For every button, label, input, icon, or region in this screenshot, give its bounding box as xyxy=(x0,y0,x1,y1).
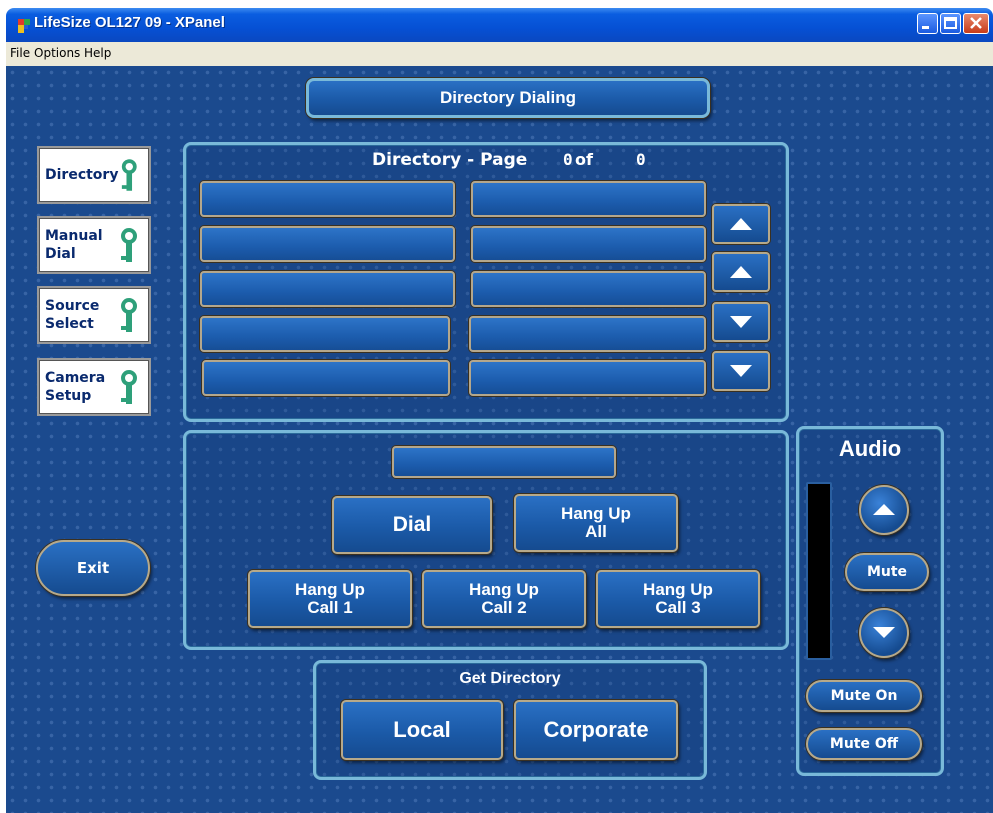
corporate-label: Corporate xyxy=(543,717,649,743)
page-total: 0 xyxy=(636,150,646,169)
directory-entry[interactable] xyxy=(200,271,455,307)
dial-label: Dial xyxy=(392,512,432,536)
menu-help[interactable]: Help xyxy=(84,46,111,60)
get-directory-title: Get Directory xyxy=(459,670,561,687)
page-up-button[interactable] xyxy=(712,204,770,244)
maximize-icon xyxy=(944,17,957,29)
volume-down-button[interactable] xyxy=(859,608,909,658)
hang-up-call-line2: Call 3 xyxy=(655,598,701,617)
sidebar-item-camera-setup[interactable]: Camera Setup xyxy=(37,358,151,416)
minimize-icon xyxy=(922,26,929,29)
mute-label: Mute xyxy=(866,564,908,580)
directory-label: Directory xyxy=(372,150,462,170)
sidebar-item-label: Source Select xyxy=(45,297,100,332)
local-directory-button[interactable]: Local xyxy=(341,700,503,760)
directory-entry[interactable] xyxy=(200,226,455,262)
sidebar-item-manual-dial[interactable]: Manual Dial xyxy=(37,216,151,274)
mute-off-label: Mute Off xyxy=(829,736,899,752)
hang-up-call-line1: Hang Up xyxy=(643,580,713,600)
menu-bar: File Options Help xyxy=(6,42,993,66)
audio-title: Audio xyxy=(838,436,902,461)
sidebar-item-label: Camera Setup xyxy=(45,369,106,404)
hang-up-call-line2: Call 2 xyxy=(481,598,527,617)
hang-up-all-line1: Hang Up xyxy=(561,504,631,524)
menu-options[interactable]: Options xyxy=(34,46,80,60)
dial-number-display[interactable] xyxy=(392,446,616,478)
mute-on-label: Mute On xyxy=(830,688,898,704)
hang-up-call-1-button[interactable]: Hang Up Call 1 xyxy=(248,570,412,628)
control-panel: Directory Dialing Directory Manual Dial … xyxy=(6,66,993,813)
key-icon xyxy=(121,298,137,332)
directory-entry[interactable] xyxy=(471,271,706,307)
key-icon xyxy=(121,370,137,404)
window-title: LifeSize OL127 09 - XPanel xyxy=(34,14,225,31)
scroll-down-button[interactable] xyxy=(712,302,770,342)
hang-up-call-2-button[interactable]: Hang Up Call 2 xyxy=(422,570,586,628)
volume-up-button[interactable] xyxy=(859,485,909,535)
app-icon xyxy=(18,19,30,33)
page-current: 0 xyxy=(563,150,573,169)
hang-up-call-line1: Hang Up xyxy=(295,580,365,600)
key-icon xyxy=(121,228,137,262)
mute-off-button[interactable]: Mute Off xyxy=(806,728,922,760)
close-button[interactable] xyxy=(963,13,989,34)
arrow-up-icon xyxy=(730,218,752,230)
arrow-down-icon xyxy=(730,316,752,328)
header-title: Directory Dialing xyxy=(306,78,710,118)
close-icon xyxy=(970,17,982,29)
sidebar-item-source-select[interactable]: Source Select xyxy=(37,286,151,344)
sidebar-item-label: Manual Dial xyxy=(45,227,103,262)
hang-up-all-button[interactable]: Hang Up All xyxy=(514,494,678,552)
directory-entry[interactable] xyxy=(200,316,450,352)
directory-entry[interactable] xyxy=(469,360,706,396)
arrow-down-icon xyxy=(873,627,895,638)
sidebar-item-directory[interactable]: Directory xyxy=(37,146,151,204)
mute-on-button[interactable]: Mute On xyxy=(806,680,922,712)
directory-entry[interactable] xyxy=(200,181,455,217)
arrow-up-icon xyxy=(873,504,895,515)
dial-button[interactable]: Dial xyxy=(332,496,492,554)
title-bar[interactable]: LifeSize OL127 09 - XPanel xyxy=(6,8,993,42)
page-label: - Page xyxy=(467,150,528,170)
scroll-up-button[interactable] xyxy=(712,252,770,292)
corporate-directory-button[interactable]: Corporate xyxy=(514,700,678,760)
maximize-button[interactable] xyxy=(940,13,961,34)
arrow-down-icon xyxy=(730,365,752,377)
directory-entry[interactable] xyxy=(202,360,450,396)
local-label: Local xyxy=(393,717,451,743)
hang-up-all-line2: All xyxy=(585,522,607,541)
key-icon xyxy=(122,159,138,191)
mute-button[interactable]: Mute xyxy=(845,553,929,591)
audio-level-meter xyxy=(806,482,832,660)
page-of-label: of xyxy=(575,150,593,169)
directory-entry[interactable] xyxy=(469,316,706,352)
minimize-button[interactable] xyxy=(917,13,938,34)
directory-page-header: Directory - Page xyxy=(372,150,527,170)
hang-up-call-line1: Hang Up xyxy=(469,580,539,600)
directory-entry[interactable] xyxy=(471,181,706,217)
exit-button[interactable]: Exit xyxy=(36,540,150,596)
exit-label: Exit xyxy=(76,559,110,577)
arrow-up-icon xyxy=(730,266,752,278)
sidebar-item-label: Directory xyxy=(45,166,119,183)
hang-up-call-3-button[interactable]: Hang Up Call 3 xyxy=(596,570,760,628)
menu-file[interactable]: File xyxy=(10,46,30,60)
page-down-button[interactable] xyxy=(712,351,770,391)
hang-up-call-line2: Call 1 xyxy=(307,598,353,617)
header-title-text: Directory Dialing xyxy=(439,88,577,108)
directory-entry[interactable] xyxy=(471,226,706,262)
